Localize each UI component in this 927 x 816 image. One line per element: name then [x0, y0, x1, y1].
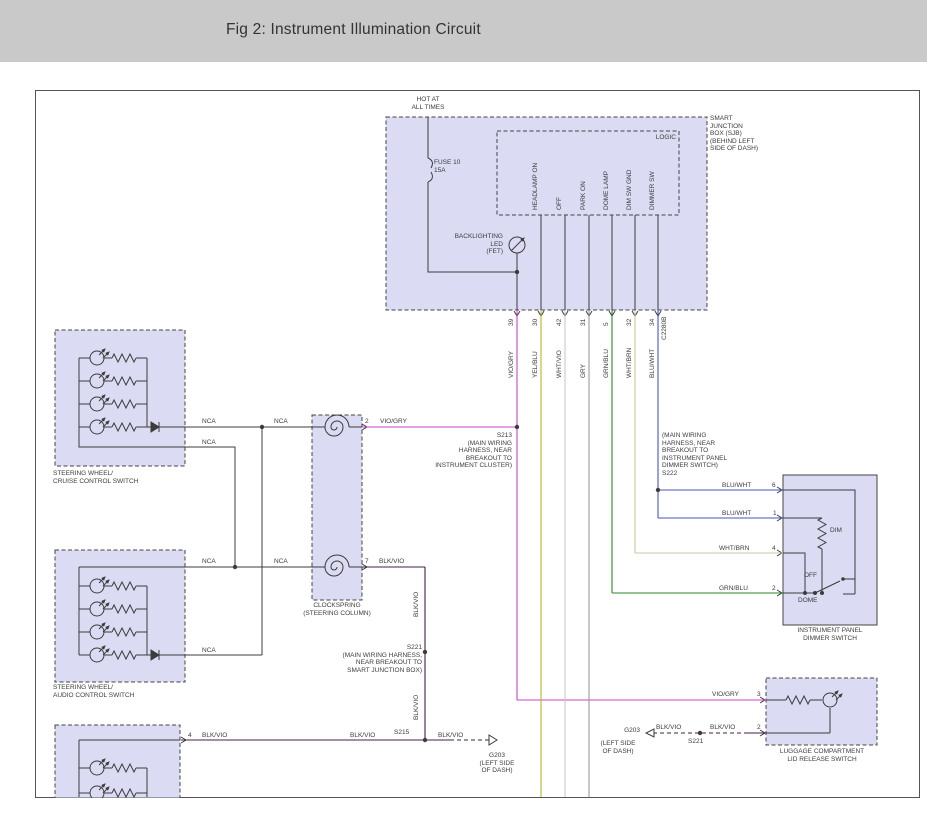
dimmer-off-label: OFF [804, 572, 817, 580]
ground-g203-right-loc: (LEFT SIDE OF DASH) [590, 740, 646, 755]
wire-label-wht-vio: WHT/VIO [556, 350, 564, 378]
sjb-pin-34: 34 [649, 319, 657, 326]
dimmer-pin-4: 4 [772, 545, 776, 553]
wire-label-wht-brn: WHT/BRN [626, 348, 634, 378]
nca-label-4: NCA [202, 558, 216, 566]
clockspring-pin-2: 2 [365, 418, 369, 426]
blk-vio-label-b: BLK/VIO [350, 732, 375, 740]
cruise-switch-label: STEERING WHEEL/ CRUISE CONTROL SWITCH [53, 470, 138, 485]
nca-label-6: NCA [202, 647, 216, 655]
hot-at-all-times-label: HOT AT ALL TIMES [400, 96, 456, 111]
ground-g203-center-label: G203 (LEFT SIDE OF DASH) [468, 752, 526, 775]
blk-vio-label-a: BLK/VIO [202, 732, 227, 740]
backlighting-led-label: BACKLIGHTING LED (FET) [420, 233, 503, 256]
luggage-wire-blk-vio-b: BLK/VIO [710, 724, 735, 732]
logic-fn-off: OFF [556, 197, 564, 210]
wire-label-blu-wht: BLU/WHT [649, 349, 657, 378]
logic-fn-park-on: PARK ON [580, 181, 588, 210]
luggage-wire-vio-gry: VIO/GRY [712, 691, 739, 699]
wiring-diagram-page: { "title": "Fig 2: Instrument Illuminati… [0, 0, 927, 816]
nca-label-2: NCA [274, 418, 288, 426]
dimmer-pin-6: 6 [772, 482, 776, 490]
audio-switch-box [55, 550, 185, 682]
clockspring-wire-blk-vio: BLK/VIO [379, 558, 404, 566]
dimmer-dome-label: DOME [798, 597, 818, 605]
dimmer-pin-1: 1 [773, 510, 777, 518]
clockspring-label: CLOCKSPRING (STEERING COLUMN) [293, 602, 381, 617]
wire-label-vio-gry: VIO/GRY [508, 351, 516, 378]
luggage-switch-box [766, 678, 877, 745]
wire-label-gry: GRY [580, 364, 588, 378]
fuse-label: FUSE 10 15A [434, 159, 460, 174]
sjb-pin-31: 31 [580, 319, 588, 326]
logic-fn-dimmer-sw: DIMMER SW [649, 171, 657, 210]
dimmer-wire-blu-wht-2: BLU/WHT [722, 510, 751, 518]
wire-label-blk-vio-vert-1: BLK/VIO [413, 592, 421, 617]
dimmer-wire-grn-blu: GRN/BLU [719, 585, 748, 593]
wire-label-yel-blu: YEL/BLU [532, 351, 540, 378]
sjb-box [386, 117, 707, 310]
luggage-switch-label: LUGGAGE COMPARTMENT LID RELEASE SWITCH [762, 748, 882, 763]
wire-label-blk-vio-vert-2: BLK/VIO [413, 695, 421, 720]
logic-fn-dim-sw-gnd: DIM SW GND [626, 170, 634, 210]
splice-s221-label: S221 [688, 738, 703, 746]
sjb-pin-39: 39 [508, 319, 516, 326]
splice-s213-note: S213 (MAIN WIRING HARNESS, NEAR BREAKOUT… [428, 432, 512, 470]
sjb-name-label: SMART JUNCTION BOX (SJB) (BEHIND LEFT SI… [710, 115, 758, 153]
dimmer-wire-wht-brn: WHT/BRN [719, 545, 749, 553]
bottom-left-switch-box [55, 725, 180, 810]
logic-fn-dome-lamp: DOME LAMP [603, 171, 611, 210]
nca-label-1: NCA [202, 418, 216, 426]
clockspring-wire-vio-gry: VIO/GRY [380, 418, 407, 426]
nca-label-3: NCA [202, 439, 216, 447]
blk-vio-label-c: BLK/VIO [438, 732, 463, 740]
logic-label: LOGIC [640, 134, 676, 142]
clockspring-pin-7: 7 [365, 558, 369, 566]
sjb-pin-42: 42 [556, 319, 564, 326]
circuit-diagram-canvas [0, 0, 927, 816]
sjb-pin-5: 5 [603, 322, 611, 326]
sjb-pin-30: 30 [532, 319, 540, 326]
bottom-left-pin-4: 4 [188, 732, 192, 740]
sjb-connector-label: C2280B [661, 317, 669, 341]
cruise-switch-box [55, 330, 185, 466]
splice-s215-label: S215 [394, 729, 409, 737]
dimmer-wire-blu-wht-1: BLU/WHT [722, 482, 751, 490]
wire-label-grn-blu: GRN/BLU [603, 349, 611, 378]
sjb-pin-32: 32 [626, 319, 634, 326]
logic-fn-headlamp-on: HEADLAMP ON [532, 163, 540, 210]
ground-g203-right-name: G203 [598, 727, 640, 735]
dimmer-dim-label: DIM [830, 527, 842, 535]
luggage-wire-blk-vio-a: BLK/VIO [656, 724, 681, 732]
luggage-pin-2: 2 [757, 724, 761, 732]
audio-switch-label: STEERING WHEEL/ AUDIO CONTROL SWITCH [53, 684, 134, 699]
clockspring-box [312, 415, 362, 600]
dimmer-switch-label: INSTRUMENT PANEL DIMMER SWITCH [778, 627, 882, 642]
luggage-pin-3: 3 [757, 691, 761, 699]
splice-s222-note: (MAIN WIRING HARNESS, NEAR BREAKOUT TO I… [662, 432, 727, 478]
dimmer-pin-2: 2 [772, 585, 776, 593]
nca-label-5: NCA [274, 558, 288, 566]
splice-s221-note: S221 (MAIN WIRING HARNESS, NEAR BREAKOUT… [328, 644, 422, 674]
